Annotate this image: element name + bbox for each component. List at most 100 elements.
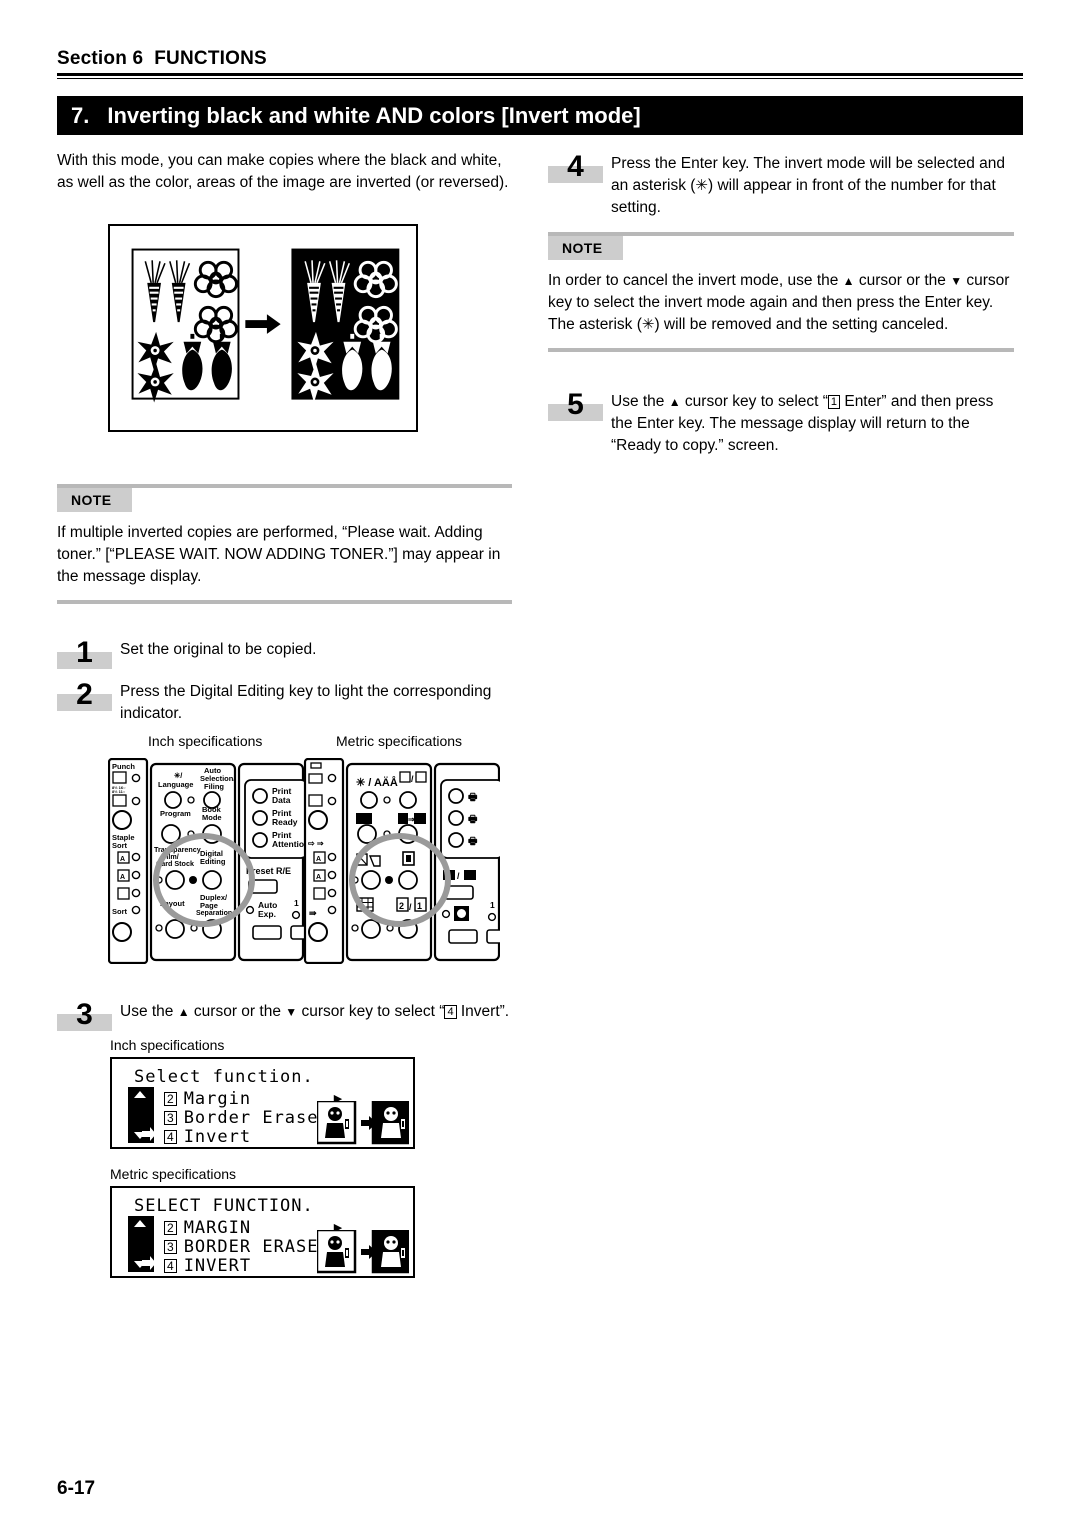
lcd-inch-rows: 2 Margin ▶ 3 Border Erase ▶ 4 Invert [164,1088,342,1147]
step-4-text: Press the Enter key. The invert mode wil… [611,150,1014,219]
right-note-tag-row: NOTE [548,236,1014,264]
page-number: 6-17 [57,1478,96,1499]
lcd-inch-title: Select function. [134,1067,314,1087]
svg-text:⇨ ⇒: ⇨ ⇒ [308,839,324,848]
step-5-number: 5 [567,388,584,421]
lcd-inch-row-1[interactable]: 3 Border Erase ▶ [164,1107,342,1128]
svg-text:Punch: Punch [112,762,135,771]
lcd-inch-row-2-label: Invert [183,1126,252,1147]
manual-page: Section 6 FUNCTIONS 7. Inverting black a… [0,0,1080,1528]
svg-text:Mode: Mode [202,813,222,822]
step-3-badge: 3 [57,998,112,1038]
svg-text:✳/: ✳/ [174,771,183,780]
note-tag: NOTE [57,488,132,512]
svg-text:Sort: Sort [112,907,128,916]
lcd-metric-rows: 2 MARGIN ▶ 3 BORDER ERASE ▶ 4 INVERT [164,1217,342,1276]
step-2-number: 2 [76,678,93,711]
step-3-text-mid2: cursor key to select “ [297,1003,445,1020]
running-head-rule-thin [57,77,1023,79]
running-head-rule-thick [57,73,1023,76]
panel-caption-metric: Metric specifications [336,733,463,749]
panel-caption-inch: Inch specifications [148,733,263,749]
step-1-text: Set the original to be copied. [120,641,317,658]
section-title: FUNCTIONS [154,48,267,69]
asterisk-icon: ✳ [695,177,708,194]
right-note-rule-bottom [548,348,1014,352]
lcd-display-inch: Select function. 2 Margin ▶ 3 Border Era… [110,1057,415,1149]
svg-text:A: A [316,856,321,863]
control-panel-svg: .pn { font-family:"Liberation Sans", san… [107,757,510,965]
svg-text:Data: Data [272,795,291,805]
banner-number: 7. [71,102,90,128]
lcd-inch-row-2[interactable]: 4 Invert [164,1126,342,1147]
lcd-metric-row-2[interactable]: 4 INVERT [164,1256,342,1276]
note-tag-row: NOTE [57,488,512,516]
left-column: With this mode, you can make copies wher… [57,150,512,194]
step-3-text-before: Use the [120,1003,178,1020]
svg-text:Page: Page [200,901,218,910]
step-2-badge: 2 [57,678,112,718]
svg-text:Program: Program [160,809,191,818]
step-5-cursor-up-icon [669,393,681,410]
step-4: 4 Press the Enter key. The invert mode w… [548,150,1014,221]
svg-text:🖶: 🖶 [468,814,478,825]
svg-text:✳ / AÄÅ: ✳ / AÄÅ [356,776,398,789]
lcd-metric-title: SELECT FUNCTION. [134,1196,314,1216]
cursor-up-icon [178,1003,190,1020]
note-cursor-up-icon [843,272,855,289]
banner-title: Inverting black and white AND colors [In… [107,102,641,128]
invert-illustration [108,224,418,432]
step-5-text-b: cursor key to select “ [680,393,828,410]
steps-1-2: 1 Set the original to be copied. 2 Press… [57,636,512,727]
lcd-inch-row-1-key: 3 [164,1110,177,1125]
step-3-text: Use the cursor or the cursor key to sele… [120,998,509,1023]
running-head: Section 6 FUNCTIONS [57,48,1023,79]
invert-illustration-svg [131,248,400,403]
note-rule-bottom [57,600,512,604]
step-3-number: 3 [76,998,93,1031]
step-3: 3 Use the cursor or the cursor key to se… [57,998,517,1040]
step-4-badge: 4 [548,150,603,190]
lcd-metric-caption: Metric specifications [110,1166,237,1182]
control-panel-figure: .pn { font-family:"Liberation Sans", san… [107,757,510,965]
lcd-metric-row-0-label: MARGIN [183,1217,252,1238]
svg-text:Exp.: Exp. [258,909,276,919]
step-5-text: Use the cursor key to select “1 Enter” a… [611,388,1014,457]
lcd-inch-row-2-key: 4 [164,1129,177,1144]
lcd-inch-preview-icons [317,1101,409,1145]
section-banner: 7. Inverting black and white AND colors … [57,96,1023,135]
lcd-metric-row-0[interactable]: 2 MARGIN ▶ [164,1217,342,1238]
svg-text:🖶: 🖶 [468,792,478,803]
step-3-keybox: 4 [444,1005,457,1019]
step-5: 5 Use the cursor key to select “1 Enter”… [548,388,1014,459]
svg-text:Language: Language [158,780,193,789]
lcd-inch-row-0[interactable]: 2 Margin ▶ [164,1088,342,1109]
lcd-inch-row-1-label: Border Erase [183,1107,319,1128]
note-body: If multiple inverted copies are performe… [57,524,501,585]
svg-text:A: A [120,856,125,863]
cursor-down-icon [285,1003,297,1020]
step-5-badge: 5 [548,388,603,428]
step-1: 1 Set the original to be copied. [57,636,512,676]
svg-text:8½ 11○: 8½ 11○ [112,789,126,794]
svg-text:1: 1 [417,901,422,911]
left-note-block: NOTE If multiple inverted copies are per… [57,484,512,604]
lcd-metric-row-1[interactable]: 3 BORDER ERASE ▶ [164,1237,342,1257]
svg-text:1: 1 [294,898,299,908]
step-2-text: Press the Digital Editing key to light t… [120,683,492,722]
step-1-number: 1 [76,636,93,669]
lcd-metric-scroll-indicator [128,1216,156,1272]
right-note-text-b: cursor or the [854,272,951,289]
svg-text:A: A [316,874,321,881]
lcd-display-metric: SELECT FUNCTION. 2 MARGIN ▶ 3 BORDER ERA… [110,1186,415,1278]
transform-arrow [245,314,281,334]
note-asterisk-icon: ✳ [641,316,655,333]
running-head-text: Section 6 FUNCTIONS [57,48,1023,73]
lcd-inch-row-0-label: Margin [183,1088,252,1109]
step-3-text-after: Invert”. [456,1003,510,1020]
note-cursor-down-icon [950,272,962,289]
step-4-number: 4 [567,150,584,183]
section-label: Section 6 [57,48,144,69]
svg-text:Sort: Sort [112,841,128,850]
step-3-text-mid1: cursor or the [189,1003,286,1020]
